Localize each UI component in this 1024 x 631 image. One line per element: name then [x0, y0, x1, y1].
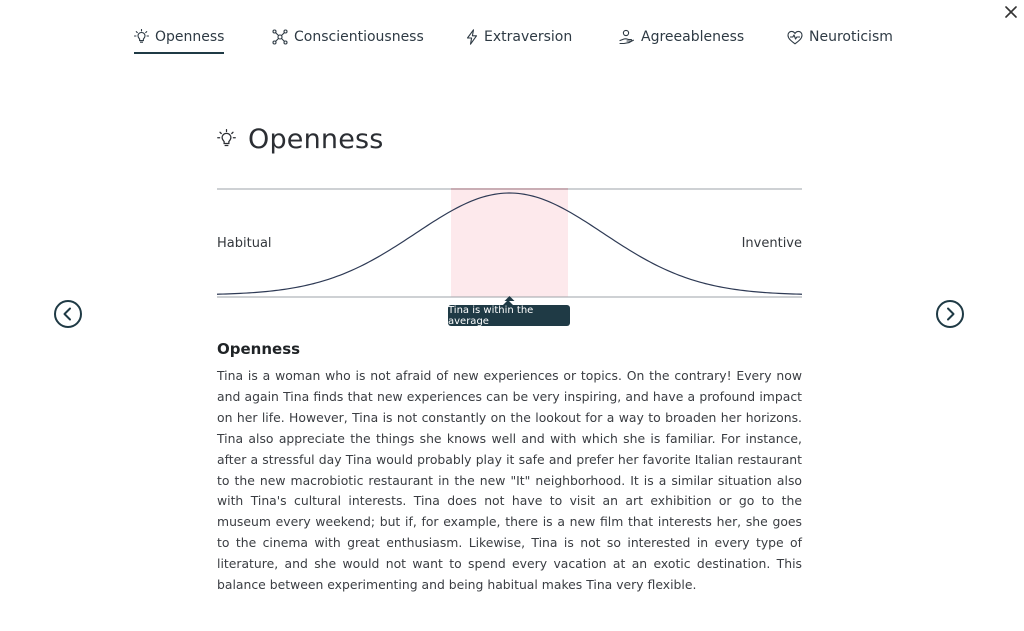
scale-right-label: Inventive	[741, 236, 802, 251]
section-title: Openness	[217, 340, 301, 358]
page-title: Openness	[248, 123, 384, 155]
close-button[interactable]	[1000, 1, 1022, 23]
network-icon	[272, 29, 288, 45]
chevron-right-icon	[936, 300, 964, 328]
tab-openness[interactable]: Openness	[134, 22, 225, 54]
tab-label: Neuroticism	[809, 29, 893, 45]
handshake-icon	[619, 29, 635, 45]
tab-label: Extraversion	[484, 29, 573, 45]
trait-description: Tina is a woman who is not afraid of new…	[217, 368, 802, 593]
tab-label: Conscientiousness	[294, 29, 424, 45]
distribution-chart	[217, 188, 802, 301]
page-heading: Openness	[217, 119, 384, 159]
lightbulb-icon	[134, 29, 149, 43]
tab-label: Agreeableness	[641, 29, 745, 45]
heart-pulse-icon	[787, 30, 803, 44]
lightbulb-icon	[217, 129, 236, 147]
tab-extraversion[interactable]: Extraversion	[466, 22, 572, 52]
tab-conscientiousness[interactable]: Conscientiousness	[272, 22, 424, 52]
chevron-left-icon	[54, 300, 82, 328]
tab-neuroticism[interactable]: Neuroticism	[787, 22, 893, 52]
average-band	[451, 189, 568, 297]
tooltip-text: Tina is within the average	[448, 304, 534, 327]
lightning-icon	[466, 29, 478, 45]
tab-agreeableness[interactable]: Agreeableness	[619, 22, 744, 52]
previous-trait-button[interactable]	[53, 299, 83, 329]
trait-tabs: Openness Conscientiousness Extraversion …	[0, 22, 1024, 56]
result-tooltip: Tina is within the average	[448, 300, 570, 327]
next-trait-button[interactable]	[935, 299, 965, 329]
close-icon	[1005, 6, 1017, 18]
scale-left-label: Habitual	[217, 236, 272, 251]
tab-label: Openness	[155, 29, 225, 45]
